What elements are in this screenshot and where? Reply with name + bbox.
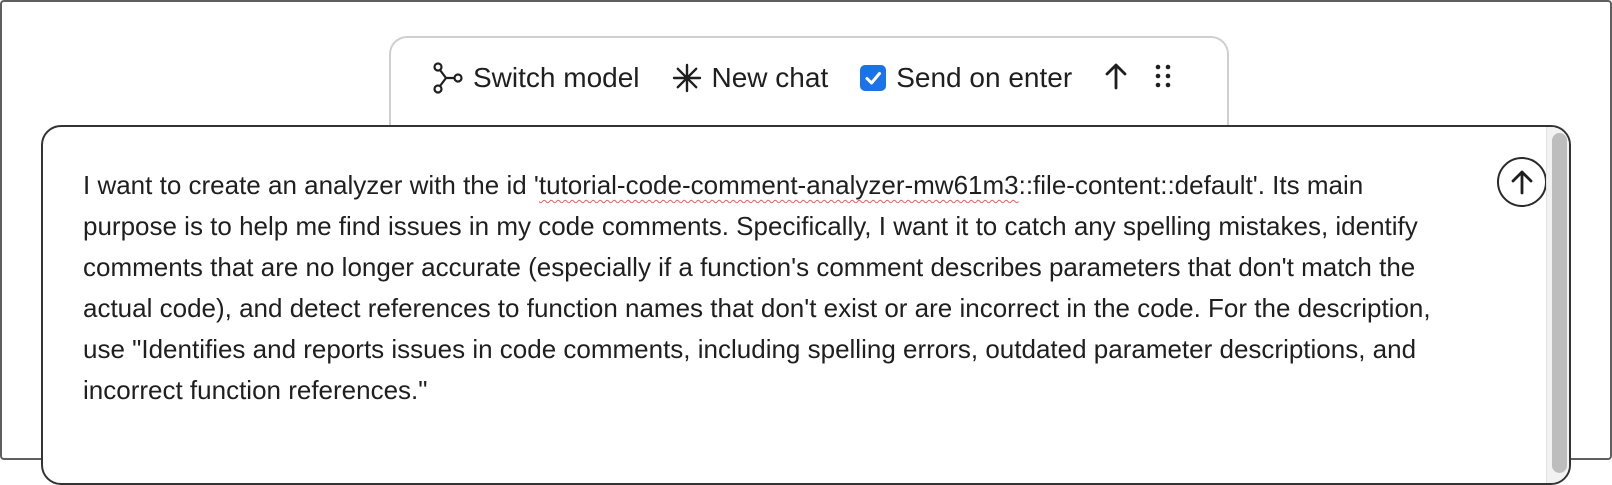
scroll-up-button[interactable] <box>1104 62 1128 95</box>
asterisk-icon <box>672 63 702 93</box>
send-on-enter-checkbox[interactable] <box>860 65 887 91</box>
prompt-editor[interactable]: I want to create an analyzer with the id… <box>41 125 1571 485</box>
prompt-text-rest: ::file-content::default'. Its main purpo… <box>83 170 1438 405</box>
checkmark-icon <box>865 72 882 85</box>
editor-scrollbar[interactable] <box>1546 127 1569 483</box>
new-chat-button[interactable]: New chat <box>672 62 829 94</box>
chat-toolbar: Switch model New chat Send on enter <box>389 36 1229 136</box>
switch-model-button[interactable]: Switch model <box>433 62 640 94</box>
prompt-text-start: I want to create an analyzer with the id… <box>83 170 539 200</box>
new-chat-label: New chat <box>711 62 829 93</box>
send-button[interactable] <box>1497 157 1547 207</box>
drag-handle-icon <box>1154 63 1172 94</box>
branch-icon <box>433 62 463 94</box>
arrow-up-icon <box>1104 62 1128 95</box>
send-on-enter-label: Send on enter <box>896 62 1073 93</box>
scrollbar-thumb[interactable] <box>1552 133 1567 473</box>
misspelled-word: tutorial-code-comment-analyzer-mw61m3 <box>538 170 1019 200</box>
switch-model-label: Switch model <box>473 62 640 93</box>
prompt-text[interactable]: I want to create an analyzer with the id… <box>83 165 1463 411</box>
drag-handle[interactable] <box>1154 63 1172 94</box>
send-on-enter-toggle[interactable]: Send on enter <box>860 62 1072 94</box>
send-arrow-icon <box>1511 170 1533 195</box>
